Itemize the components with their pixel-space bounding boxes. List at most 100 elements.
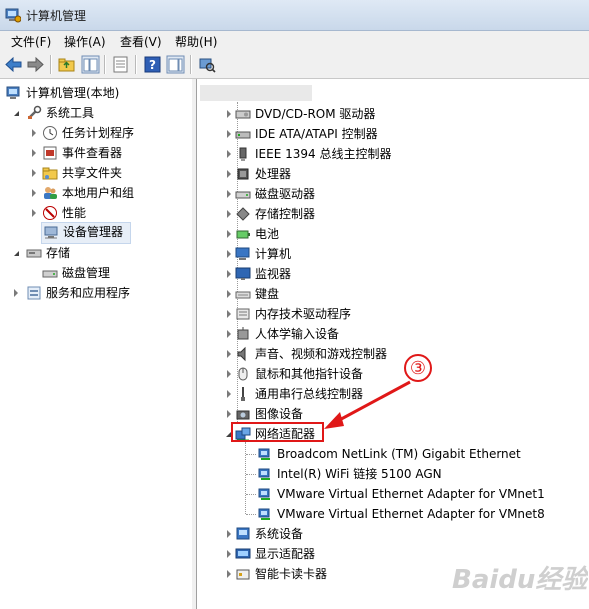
device-disk-drive[interactable]: 磁盘驱动器 [226, 184, 566, 204]
device-memory-technology[interactable]: 内存技术驱动程序 [226, 304, 566, 324]
computer-name-redacted [200, 85, 312, 101]
device-system-devices[interactable]: 系统设备 [226, 524, 566, 544]
expand-arrow-icon[interactable] [227, 130, 231, 138]
tree-label: 系统工具 [46, 106, 95, 120]
action-pane-icon[interactable] [166, 55, 185, 74]
svg-text:?: ? [149, 58, 156, 72]
tree-item-event-viewer[interactable]: 事件查看器 [24, 143, 190, 163]
tree-item-performance[interactable]: 性能 [24, 203, 190, 223]
expand-arrow-icon[interactable] [227, 190, 231, 198]
expand-arrow-icon[interactable] [14, 111, 19, 116]
tree-label: 设备管理器 [63, 225, 124, 239]
expand-arrow-icon[interactable] [227, 310, 231, 318]
tree-connector [246, 454, 256, 455]
device-label: 监视器 [255, 267, 292, 281]
tree-item-task-scheduler[interactable]: 任务计划程序 [24, 123, 190, 143]
device-label: 电池 [255, 227, 280, 241]
device-monitor[interactable]: 监视器 [226, 264, 566, 284]
device-label: Intel(R) WiFi 链接 5100 AGN [277, 467, 442, 481]
keyboard-icon [235, 291, 251, 299]
device-storage-controller[interactable]: 存储控制器 [226, 204, 566, 224]
device-intel-wifi[interactable]: Intel(R) WiFi 链接 5100 AGN [246, 464, 582, 484]
tree-item-shared-folders[interactable]: 共享文件夹 [24, 163, 190, 183]
expand-arrow-icon[interactable] [227, 390, 231, 398]
expand-arrow-icon[interactable] [227, 290, 231, 298]
expand-arrow-icon[interactable] [227, 550, 231, 558]
menu-file[interactable]: 文件(F) [9, 33, 53, 50]
hid-icon [237, 327, 249, 340]
tree-label: 计算机管理(本地) [26, 86, 120, 100]
tree-item-storage[interactable]: 存储 [4, 243, 190, 263]
device-ide-controller[interactable]: IDE ATA/ATAPI 控制器 [226, 124, 566, 144]
expand-arrow-icon[interactable] [227, 170, 231, 178]
tree-item-system-tools[interactable]: 系统工具 [4, 103, 190, 123]
console-tree: 计算机管理(本地) 系统工具 任务计划程序 事件查看器 共享文件夹 本地用户和组… [0, 79, 193, 609]
expand-arrow-icon[interactable] [227, 350, 231, 358]
computer-icon [235, 247, 250, 260]
device-label: VMware Virtual Ethernet Adapter for VMne… [277, 487, 545, 501]
users-icon [44, 187, 57, 199]
expand-arrow-icon[interactable] [227, 230, 231, 238]
back-icon[interactable] [4, 55, 23, 74]
net-icon [258, 468, 270, 480]
highlight-box [231, 422, 324, 442]
expand-arrow-icon[interactable] [227, 410, 231, 418]
expand-arrow-icon[interactable] [227, 570, 231, 578]
net-icon [258, 508, 270, 520]
device-sound-video[interactable]: 声音、视频和游戏控制器 [226, 344, 566, 364]
device-broadcom-ethernet[interactable]: Broadcom NetLink (TM) Gigabit Ethernet [246, 444, 582, 464]
device-keyboard[interactable]: 键盘 [226, 284, 566, 304]
show-hide-tree-icon[interactable] [81, 55, 100, 74]
shared-folder-icon [42, 167, 58, 180]
tree-label: 本地用户和组 [62, 186, 135, 200]
device-computer[interactable]: 计算机 [226, 244, 566, 264]
device-label: 声音、视频和游戏控制器 [255, 347, 388, 361]
menu-help[interactable]: 帮助(H) [173, 33, 219, 50]
tree-connector [246, 514, 256, 515]
device-vmware-vmnet8[interactable]: VMware Virtual Ethernet Adapter for VMne… [246, 504, 582, 524]
device-hid[interactable]: 人体学输入设备 [226, 324, 566, 344]
expand-arrow-icon[interactable] [14, 251, 19, 256]
device-processor[interactable]: 处理器 [226, 164, 566, 184]
tree-item-device-manager[interactable]: 设备管理器 [41, 222, 131, 244]
tree-item-disk-management[interactable]: 磁盘管理 [24, 263, 190, 283]
expand-arrow-icon[interactable] [227, 150, 231, 158]
usb-icon [241, 387, 245, 401]
expand-arrow-icon[interactable] [227, 110, 231, 118]
expand-arrow-icon[interactable] [32, 189, 36, 197]
expand-arrow-icon[interactable] [32, 209, 36, 217]
menu-action[interactable]: 操作(A) [62, 33, 108, 50]
device-vmware-vmnet1[interactable]: VMware Virtual Ethernet Adapter for VMne… [246, 484, 582, 504]
forward-icon[interactable] [26, 55, 45, 74]
expand-arrow-icon[interactable] [227, 250, 231, 258]
disk-management-icon [42, 270, 58, 278]
device-dvd-drive[interactable]: DVD/CD-ROM 驱动器 [226, 104, 566, 124]
expand-arrow-icon[interactable] [32, 129, 36, 137]
tree-item-local-users-groups[interactable]: 本地用户和组 [24, 183, 190, 203]
storage-icon [236, 207, 250, 221]
expand-arrow-icon[interactable] [227, 270, 231, 278]
expand-arrow-icon[interactable] [14, 289, 18, 297]
expand-arrow-icon[interactable] [227, 370, 231, 378]
tree-item-services-applications[interactable]: 服务和应用程序 [4, 283, 190, 303]
expand-arrow-icon[interactable] [227, 530, 231, 538]
device-ieee1394-controller[interactable]: IEEE 1394 总线主控制器 [226, 144, 566, 164]
clock-icon [43, 126, 57, 140]
expand-arrow-icon[interactable] [32, 149, 36, 157]
device-label: 计算机 [255, 247, 292, 261]
tree-item-computer-management[interactable]: 计算机管理(本地) [4, 83, 190, 103]
properties-icon[interactable] [111, 55, 130, 74]
expand-arrow-icon[interactable] [32, 169, 36, 177]
up-folder-icon[interactable] [57, 55, 76, 74]
toolbar: ? [0, 51, 589, 79]
expand-arrow-icon[interactable] [227, 210, 231, 218]
expand-arrow-icon[interactable] [227, 330, 231, 338]
menu-view[interactable]: 查看(V) [118, 33, 164, 50]
device-label: IEEE 1394 总线主控制器 [255, 147, 392, 161]
device-battery[interactable]: 电池 [226, 224, 566, 244]
device-label: 智能卡读卡器 [255, 567, 328, 581]
help-icon[interactable]: ? [143, 55, 162, 74]
mouse-icon [238, 367, 248, 381]
memory-icon [236, 308, 250, 320]
scan-hardware-icon[interactable] [197, 55, 216, 74]
